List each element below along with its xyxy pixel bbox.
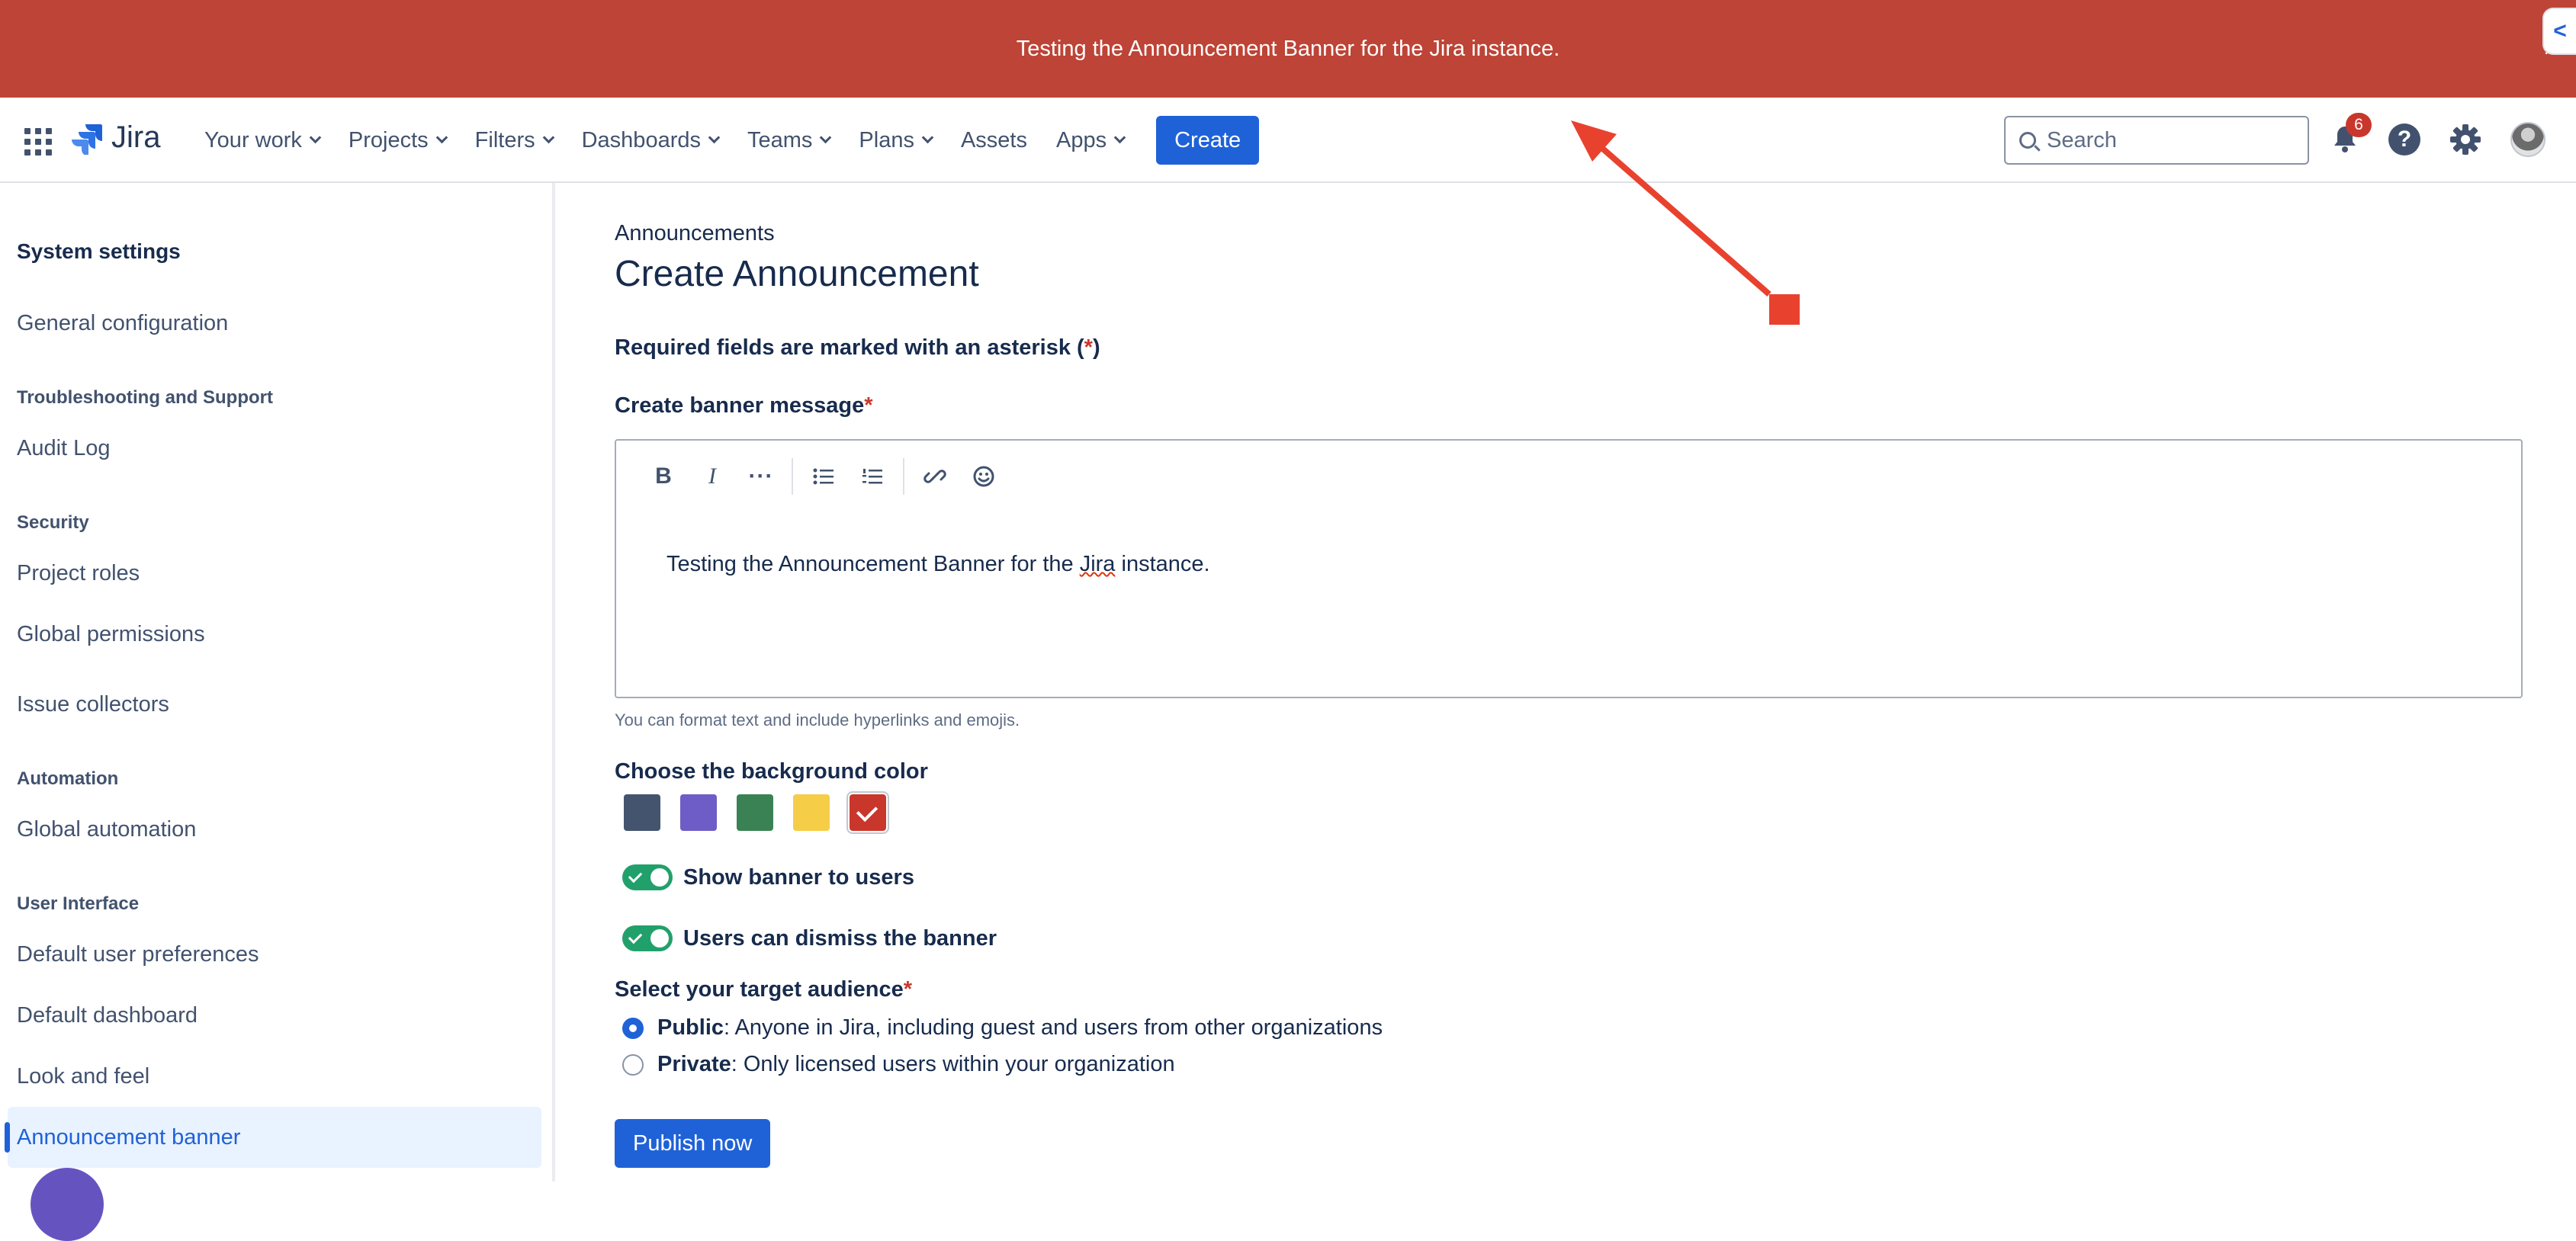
audience-label: Select your target audience* [615, 977, 913, 1002]
nav-teams[interactable]: Teams [747, 128, 832, 153]
announcement-banner: Testing the Announcement Banner for the … [0, 0, 2576, 98]
required-asterisk: * [903, 977, 913, 1002]
swatch-purple[interactable] [680, 794, 717, 831]
audience-private-option[interactable]: Private: Only licensed users within your… [622, 1052, 1175, 1077]
spellcheck-flagged-word: Jira [1079, 552, 1116, 576]
floating-help-bubble[interactable] [31, 1168, 104, 1241]
breadcrumb[interactable]: Announcements [615, 221, 775, 246]
audience-private-text: Private: Only licensed users within your… [657, 1052, 1175, 1076]
check-icon [628, 929, 643, 944]
sidebar-item-global-permissions[interactable]: Global permissions [8, 604, 541, 665]
chevron-down-icon [1113, 131, 1126, 143]
sidebar-item-look-and-feel[interactable]: Look and feel [8, 1046, 541, 1107]
numbered-list-icon[interactable] [848, 457, 897, 495]
sidebar-title: System settings [17, 239, 181, 263]
settings-button[interactable] [2446, 120, 2484, 159]
search-icon [2019, 132, 2036, 149]
check-icon [628, 868, 643, 883]
create-button[interactable]: Create [1156, 116, 1260, 165]
sidebar-item-default-user-preferences[interactable]: Default user preferences [8, 924, 541, 985]
required-fields-note: Required fields are marked with an aster… [615, 335, 1100, 360]
required-asterisk: * [1084, 335, 1093, 360]
chevron-down-icon [309, 131, 322, 143]
sidebar-item-project-roles[interactable]: Project roles [8, 543, 541, 604]
banner-message: Testing the Announcement Banner for the … [1016, 36, 1560, 61]
show-banner-label: Show banner to users [683, 864, 914, 890]
dismiss-banner-toggle[interactable] [622, 925, 673, 951]
color-swatch-group [624, 793, 888, 832]
audience-public-text: Public: Anyone in Jira, including guest … [657, 1015, 1383, 1040]
banner-message-label: Create banner message* [615, 393, 873, 418]
nav-apps[interactable]: Apps [1056, 128, 1126, 153]
editor-content[interactable]: Testing the Announcement Banner for the … [666, 552, 1210, 577]
sidebar-item-issue-collectors[interactable]: Issue collectors [8, 674, 541, 735]
color-label: Choose the background color [615, 759, 928, 784]
help-icon: ? [2388, 123, 2420, 156]
chevron-down-icon [820, 131, 832, 143]
notifications-button[interactable]: 6 [2326, 113, 2372, 159]
chevron-down-icon [921, 131, 934, 143]
sidebar-item-audit-log[interactable]: Audit Log [8, 418, 541, 479]
bullet-list-icon[interactable] [799, 457, 848, 495]
avatar [2510, 122, 2545, 157]
audience-private-radio[interactable] [622, 1053, 644, 1076]
nav-plans[interactable]: Plans [859, 128, 934, 153]
show-banner-toggle-row: Show banner to users [622, 864, 914, 890]
swatch-red[interactable] [848, 793, 888, 832]
audience-public-option[interactable]: Public: Anyone in Jira, including guest … [622, 1015, 1383, 1041]
notification-count-badge: 6 [2346, 113, 2372, 137]
chevron-down-icon [435, 131, 448, 143]
toolbar-divider [903, 458, 904, 495]
top-navigation: Jira Your work Projects Filters Dashboar… [0, 98, 2576, 183]
swatch-green[interactable] [737, 794, 773, 831]
sidebar-item-announcement-banner[interactable]: Announcement banner [5, 1107, 541, 1168]
nav-assets[interactable]: Assets [961, 128, 1027, 153]
dismiss-banner-toggle-row: Users can dismiss the banner [622, 925, 997, 951]
jira-logo[interactable]: Jira [70, 120, 160, 155]
profile-button[interactable] [2509, 120, 2547, 159]
sidebar-group-automation: Automation [17, 768, 119, 789]
sidebar-group-troubleshooting: Troubleshooting and Support [17, 387, 273, 408]
required-asterisk: * [864, 393, 873, 418]
annotation-marker [1769, 294, 1800, 325]
toolbar-divider [792, 458, 793, 495]
editor-hint: You can format text and include hyperlin… [615, 710, 1020, 730]
sidebar-group-security: Security [17, 512, 89, 533]
chevron-down-icon [708, 131, 721, 143]
sidebar-group-user-interface: User Interface [17, 893, 140, 914]
editor-toolbar: B I ··· [639, 457, 1008, 495]
primary-nav: Your work Projects Filters Dashboards Te… [204, 98, 1260, 183]
banner-message-editor[interactable]: B I ··· Testing the Announcement Banner … [615, 439, 2523, 698]
audience-public-radio[interactable] [622, 1017, 644, 1039]
gear-icon [2450, 124, 2481, 155]
swatch-yellow[interactable] [793, 794, 830, 831]
bold-icon[interactable]: B [639, 457, 688, 495]
check-icon [856, 800, 878, 823]
search-placeholder: Search [2047, 127, 2117, 152]
settings-sidebar: System settings General configuration Tr… [0, 183, 555, 1241]
nav-projects[interactable]: Projects [348, 128, 448, 153]
jira-logo-icon [72, 123, 102, 155]
link-icon[interactable] [911, 457, 959, 495]
show-banner-toggle[interactable] [622, 864, 673, 890]
dismiss-banner-label: Users can dismiss the banner [683, 925, 997, 951]
nav-filters[interactable]: Filters [475, 128, 554, 153]
side-panel-toggle[interactable]: < [2542, 8, 2576, 55]
chevron-down-icon [542, 131, 554, 143]
sidebar-item-general-configuration[interactable]: General configuration [8, 293, 541, 354]
search-input[interactable]: Search [2004, 116, 2309, 165]
sidebar-item-default-dashboard[interactable]: Default dashboard [8, 985, 541, 1046]
nav-dashboards[interactable]: Dashboards [582, 128, 721, 153]
nav-your-work[interactable]: Your work [204, 128, 322, 153]
help-button[interactable]: ? [2385, 120, 2423, 159]
page-title: Create Announcement [615, 254, 979, 294]
app-switcher-icon[interactable] [24, 128, 52, 156]
sidebar-item-global-automation[interactable]: Global automation [8, 799, 541, 860]
jira-logo-text: Jira [111, 120, 161, 154]
italic-icon[interactable]: I [688, 457, 737, 495]
publish-now-button[interactable]: Publish now [615, 1119, 771, 1168]
more-formatting-icon[interactable]: ··· [737, 457, 785, 495]
emoji-icon[interactable] [959, 457, 1008, 495]
swatch-navy[interactable] [624, 794, 660, 831]
